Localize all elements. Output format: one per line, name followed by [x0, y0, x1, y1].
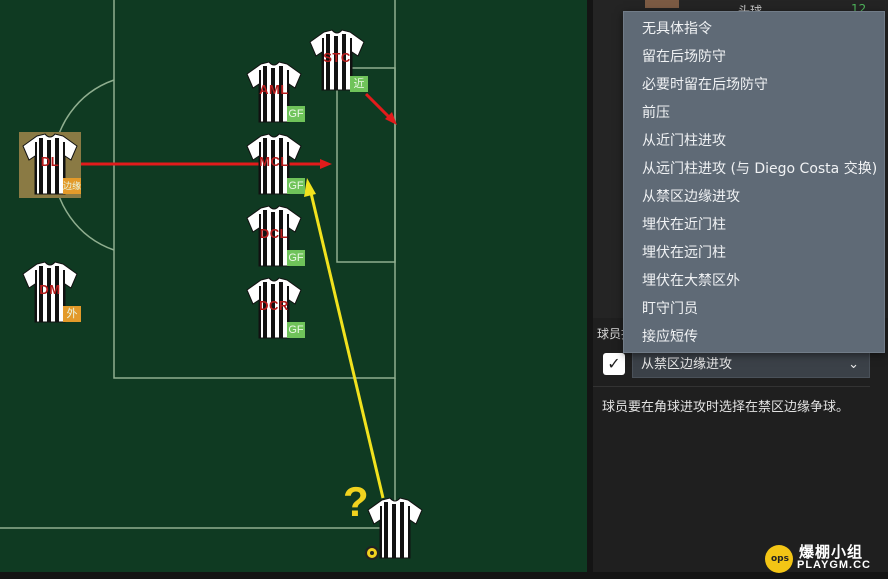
menu-item[interactable]: 从禁区边缘进攻 [624, 183, 884, 211]
menu-item[interactable]: 盯守门员 [624, 295, 884, 323]
player-mcl[interactable]: MCL GF [243, 132, 305, 198]
player-dm[interactable]: DM 外 [19, 260, 81, 326]
role-badge: GF [287, 178, 305, 194]
instruction-description: 球员要在角球进攻时选择在禁区边缘争球。 [602, 400, 850, 415]
menu-item[interactable]: 接应短传 [624, 323, 884, 351]
position-label: STC [323, 50, 351, 65]
role-badge: GF [287, 250, 305, 266]
avatar [645, 0, 679, 8]
menu-item[interactable]: 埋伏在近门柱 [624, 211, 884, 239]
position-label: DCR [259, 298, 289, 313]
ball-icon [365, 546, 379, 560]
question-mark: ? [343, 478, 369, 525]
position-label: DM [39, 282, 61, 297]
instruction-dropdown-menu: 无具体指令 留在后场防守 必要时留在后场防守 前压 从近门柱进攻 从远门柱进攻 … [623, 11, 885, 353]
position-label: MCL [259, 154, 289, 169]
watermark-logo: ops 爆棚小组 PLAYGM.CC [755, 535, 885, 577]
divider [593, 386, 870, 387]
role-badge: 近 [350, 76, 368, 92]
role-badge: 边缘 [63, 178, 81, 194]
instruction-checkbox[interactable]: ✓ [603, 353, 625, 375]
role-badge: GF [287, 106, 305, 122]
player-dcr[interactable]: DCR GF [243, 276, 305, 342]
chevron-down-icon: ⌄ [848, 357, 859, 372]
position-label: AML [259, 82, 289, 97]
menu-item[interactable]: 必要时留在后场防守 [624, 71, 884, 99]
role-badge: 外 [63, 306, 81, 322]
role-badge: GF [287, 322, 305, 338]
menu-item[interactable]: 从远门柱进攻 (与 Diego Costa 交换) [624, 155, 884, 183]
menu-item[interactable]: 埋伏在远门柱 [624, 239, 884, 267]
menu-item[interactable]: 前压 [624, 99, 884, 127]
menu-item[interactable]: 无具体指令 [624, 15, 884, 43]
player-dl[interactable]: DL 边缘 [19, 132, 81, 198]
menu-item[interactable]: 埋伏在大禁区外 [624, 267, 884, 295]
selected-option: 从禁区边缘进攻 [641, 357, 733, 372]
player-dcl[interactable]: DCL GF [243, 204, 305, 270]
watermark-site: PLAYGM.CC [797, 559, 871, 571]
player-aml[interactable]: AML GF [243, 60, 305, 126]
menu-item[interactable]: 留在后场防守 [624, 43, 884, 71]
watermark-badge: ops [771, 554, 789, 564]
menu-item[interactable]: 从近门柱进攻 [624, 127, 884, 155]
position-label: DCL [259, 226, 289, 241]
position-label: DL [40, 154, 60, 169]
tactics-pitch: STC 近 AML GF DL 边缘 MCL GF DCL GF DM 外 DC… [0, 0, 587, 572]
instruction-select[interactable]: 从禁区边缘进攻 ⌄ [632, 351, 870, 378]
player-stc[interactable]: STC 近 [306, 28, 368, 94]
